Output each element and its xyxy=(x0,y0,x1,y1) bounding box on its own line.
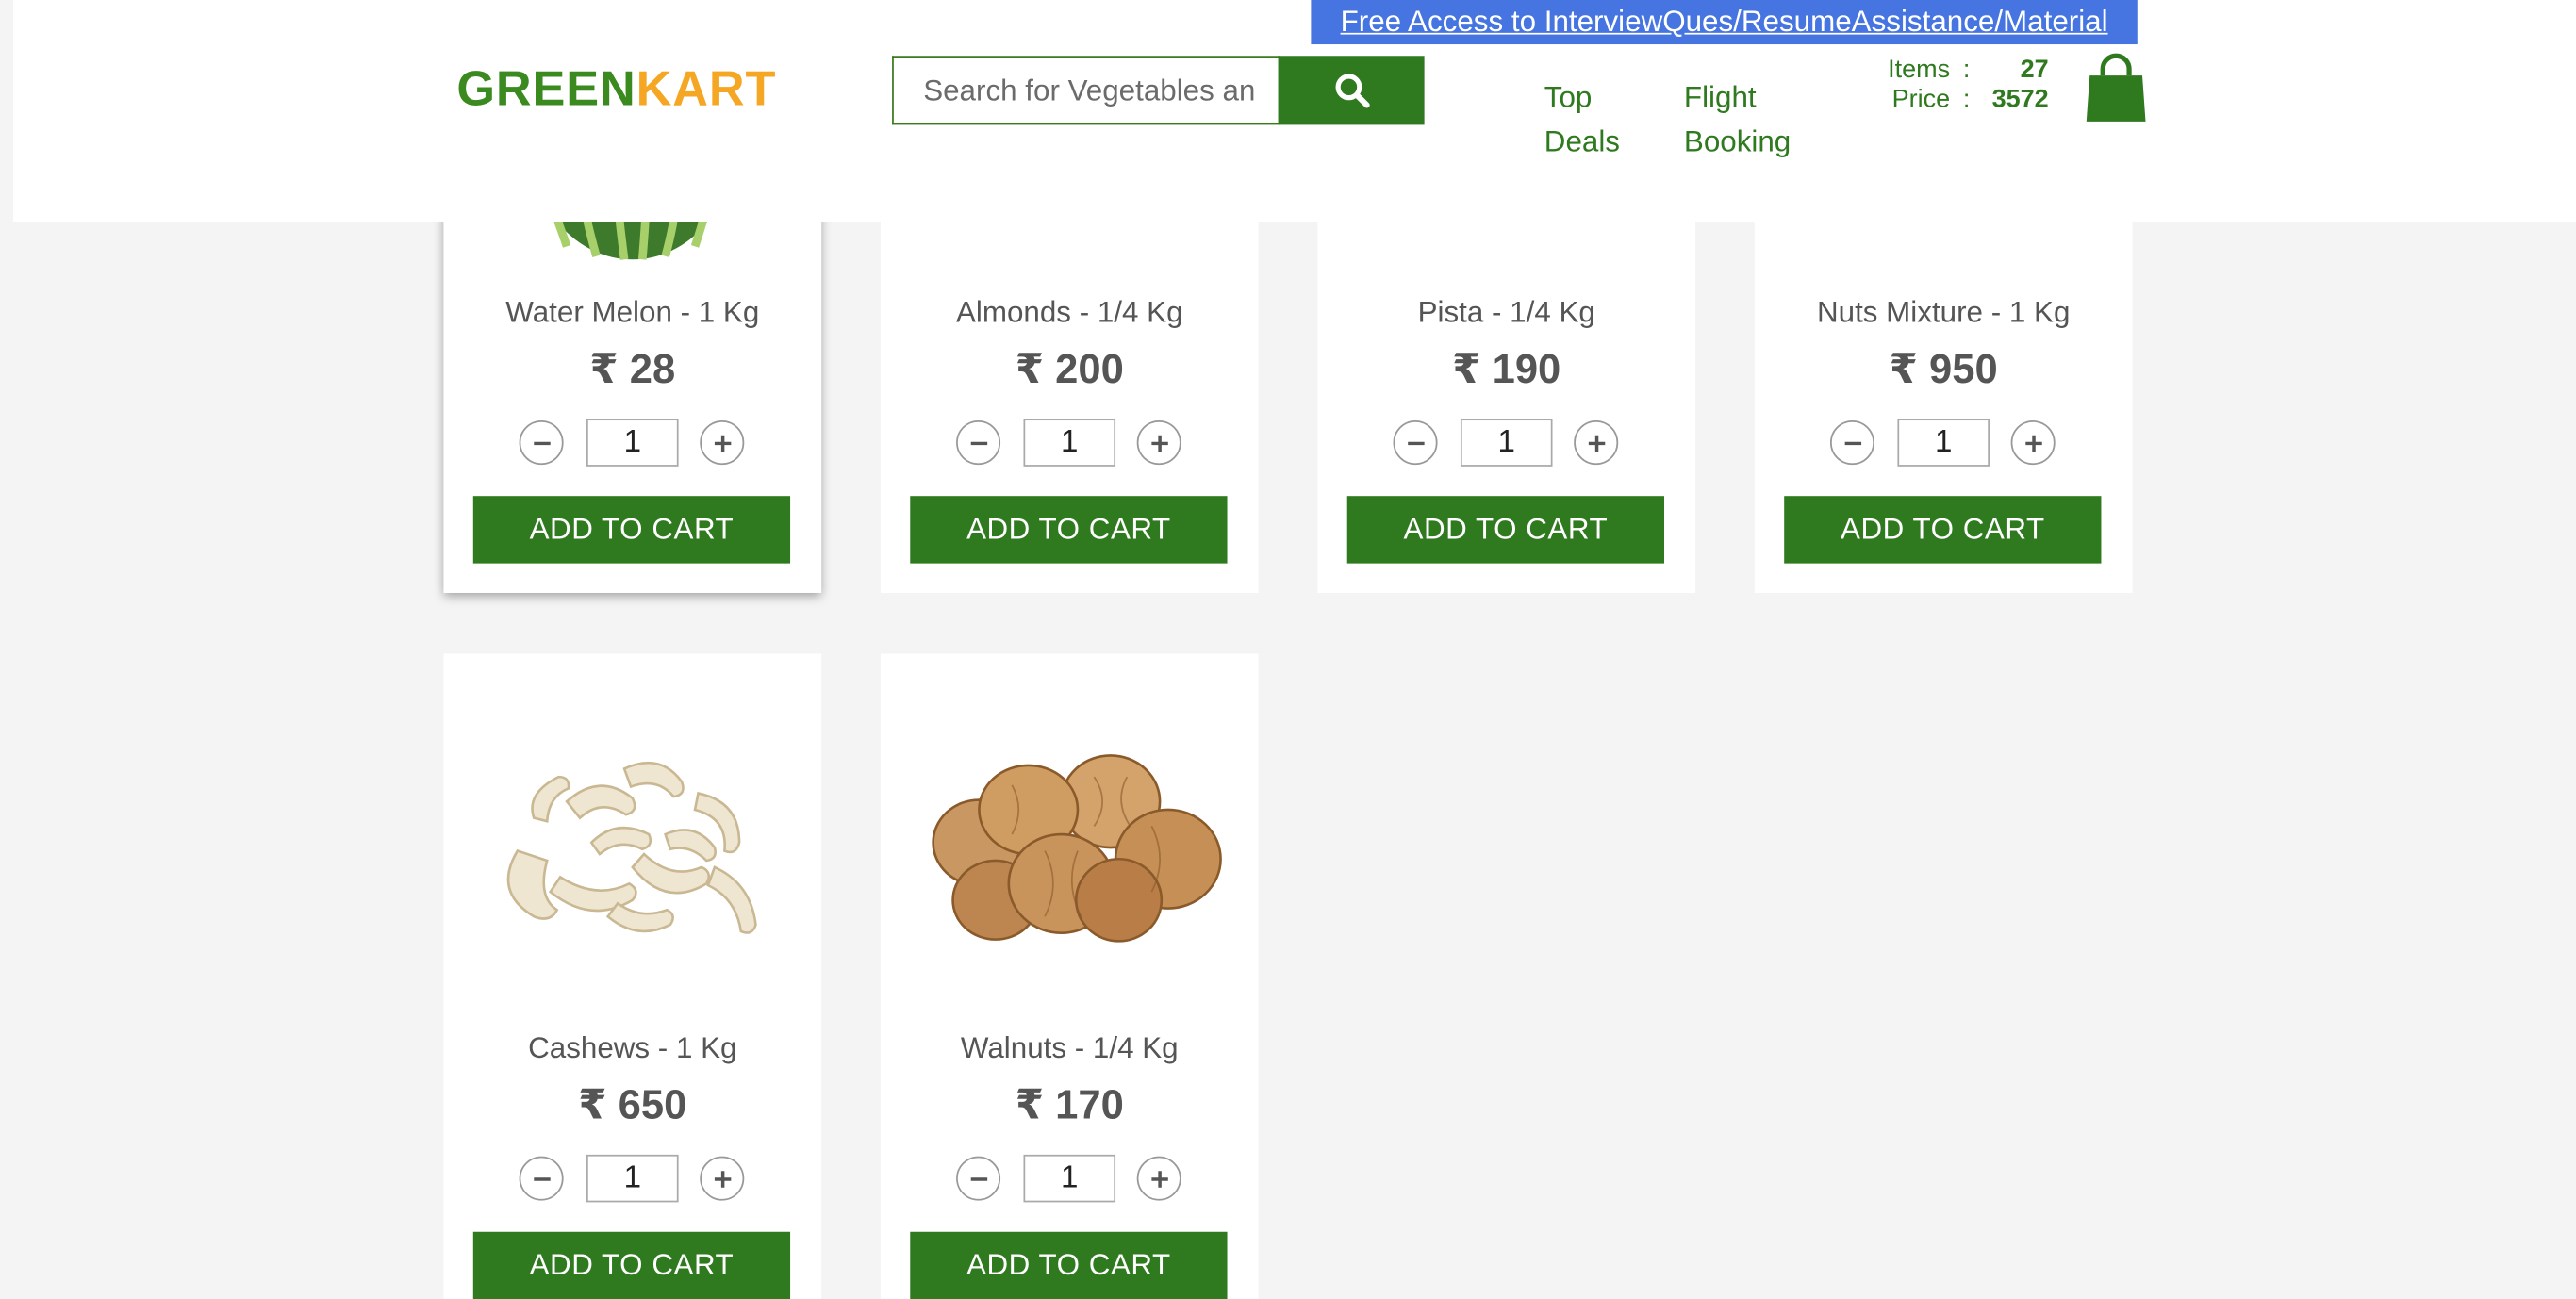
cashews-image xyxy=(506,761,757,934)
decrement-button[interactable] xyxy=(519,1156,564,1201)
top-deals-link[interactable]: Top Deals xyxy=(1544,75,1643,164)
quantity-input[interactable] xyxy=(1897,419,1990,467)
cart-info: Items : 27 Price : 3572 xyxy=(1866,56,2049,115)
product-name: Pista - 1/4 Kg xyxy=(1417,295,1595,329)
increment-button[interactable] xyxy=(1136,420,1181,466)
decrement-button[interactable] xyxy=(1393,420,1438,466)
product-price: ₹ 170 xyxy=(1015,1082,1124,1128)
plus-icon xyxy=(1150,434,1167,452)
add-to-cart-button[interactable]: ADD TO CART xyxy=(910,1231,1228,1299)
search-button[interactable] xyxy=(1278,56,1425,125)
product-name: Nuts Mixture - 1 Kg xyxy=(1816,295,2071,329)
decrement-button[interactable] xyxy=(956,1156,1001,1201)
items-count: 27 xyxy=(2020,56,2049,84)
increment-button[interactable] xyxy=(2010,420,2056,466)
price-label: Price xyxy=(1891,85,1951,114)
add-to-cart-button[interactable]: ADD TO CART xyxy=(472,496,791,564)
search-icon xyxy=(1334,74,1369,108)
flight-booking-line1: Flight xyxy=(1683,80,1757,114)
minus-icon xyxy=(1843,440,1861,445)
flight-booking-link[interactable]: Flight Booking xyxy=(1684,75,1815,164)
search-input[interactable] xyxy=(892,56,1280,125)
quantity-input[interactable] xyxy=(1460,419,1553,467)
product-name: Water Melon - 1 Kg xyxy=(505,295,760,329)
quantity-input[interactable] xyxy=(586,1154,679,1203)
plus-icon xyxy=(714,434,731,452)
add-to-cart-button[interactable]: ADD TO CART xyxy=(1346,496,1664,564)
price-colon: : xyxy=(1962,85,1971,114)
plus-icon xyxy=(2024,434,2041,452)
product-name: Cashews - 1 Kg xyxy=(528,1031,737,1065)
plus-icon xyxy=(1587,434,1605,452)
minus-icon xyxy=(533,440,550,445)
decrement-button[interactable] xyxy=(1829,420,1875,466)
product-card-cashews: Cashews - 1 Kg ₹ 650 ADD TO CART xyxy=(443,653,822,1299)
price-total: 3572 xyxy=(1991,85,2049,114)
product-name: Almonds - 1/4 Kg xyxy=(955,295,1183,329)
plus-icon xyxy=(714,1170,731,1187)
top-deals-line2: Deals xyxy=(1544,124,1621,158)
quantity-input[interactable] xyxy=(1023,419,1116,467)
logo-kart: KART xyxy=(636,62,777,117)
minus-icon xyxy=(969,440,987,445)
product-price: ₹ 190 xyxy=(1452,346,1561,393)
increment-button[interactable] xyxy=(700,420,745,466)
promo-link[interactable]: Free Access to InterviewQues/ResumeAssis… xyxy=(1311,0,2138,45)
items-colon: : xyxy=(1962,56,1971,84)
decrement-button[interactable] xyxy=(519,420,564,466)
header: Free Access to InterviewQues/ResumeAssis… xyxy=(12,0,2576,222)
increment-button[interactable] xyxy=(700,1156,745,1201)
quantity-input[interactable] xyxy=(1023,1154,1116,1203)
minus-icon xyxy=(533,1176,550,1180)
product-price: ₹ 950 xyxy=(1889,346,1998,393)
cart-bag-icon[interactable] xyxy=(2083,53,2149,125)
add-to-cart-button[interactable]: ADD TO CART xyxy=(1784,496,2102,564)
items-label: Items xyxy=(1888,56,1951,84)
minus-icon xyxy=(1407,440,1424,445)
product-price: ₹ 28 xyxy=(589,346,676,393)
increment-button[interactable] xyxy=(1574,420,1619,466)
quantity-input[interactable] xyxy=(586,419,679,467)
walnuts-image xyxy=(932,754,1222,943)
logo-green: GREEN xyxy=(456,62,636,117)
plus-icon xyxy=(1150,1170,1167,1187)
minus-icon xyxy=(969,1176,987,1180)
top-deals-line1: Top xyxy=(1544,80,1593,114)
product-name: Walnuts - 1/4 Kg xyxy=(960,1031,1179,1065)
add-to-cart-button[interactable]: ADD TO CART xyxy=(472,1231,791,1299)
product-card-walnuts: Walnuts - 1/4 Kg ₹ 170 ADD TO CART xyxy=(880,653,1259,1299)
add-to-cart-button[interactable]: ADD TO CART xyxy=(910,496,1228,564)
product-price: ₹ 650 xyxy=(578,1082,687,1128)
flight-booking-line2: Booking xyxy=(1683,124,1792,158)
logo: GREENKART xyxy=(456,62,776,118)
product-price: ₹ 200 xyxy=(1015,346,1124,393)
increment-button[interactable] xyxy=(1136,1156,1181,1201)
decrement-button[interactable] xyxy=(956,420,1001,466)
